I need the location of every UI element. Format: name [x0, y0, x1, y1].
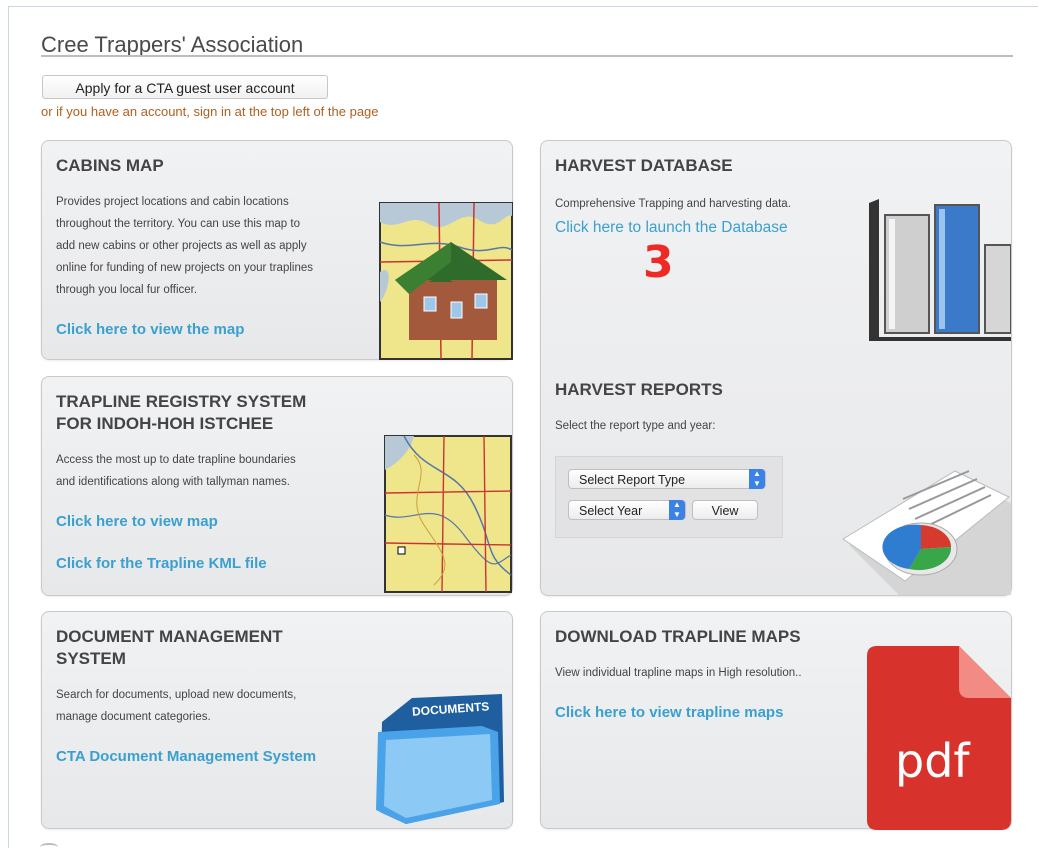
select-arrows-icon: ▲ ▼ [669, 500, 685, 520]
report-type-select[interactable]: Select Report Type ▲ ▼ [568, 469, 766, 489]
desc-line: and identifications along with tallyman … [56, 476, 290, 488]
view-trapline-map-link[interactable]: Click here to view map [56, 513, 218, 530]
trapline-description: Access the most up to date trapline boun… [56, 449, 296, 493]
cabin-map-image [379, 202, 513, 360]
document-management-panel: DOCUMENT MANAGEMENT SYSTEM Search for do… [41, 611, 513, 829]
desc-line: Provides project locations and cabin loc… [56, 196, 289, 208]
heading-line: DOCUMENT MANAGEMENT [56, 627, 283, 646]
heading-line: SYSTEM [56, 649, 126, 668]
desc-line: Access the most up to date trapline boun… [56, 454, 296, 466]
pdf-icon: pdf [867, 646, 1011, 830]
desc-line: Search for documents, upload new documen… [56, 689, 297, 701]
view-report-button[interactable]: View [692, 500, 758, 520]
desc-line: add new cabins or other projects as well… [56, 240, 307, 252]
download-trapline-maps-panel: DOWNLOAD TRAPLINE MAPS View individual t… [540, 611, 1012, 830]
launch-database-link[interactable]: Click here to launch the Database [555, 219, 788, 237]
step-marker: 3 [643, 237, 674, 288]
documents-description: Search for documents, upload new documen… [56, 684, 296, 728]
harvest-reports-heading: HARVEST REPORTS [555, 380, 723, 399]
year-value: Select Year [579, 504, 643, 518]
desc-line: throughout the territory. You can use th… [56, 218, 300, 230]
cabins-heading: CABINS MAP [56, 156, 164, 175]
bottom-partial-element [40, 843, 58, 851]
harvest-database-heading: HARVEST DATABASE [555, 156, 733, 175]
harvest-panel: HARVEST DATABASE Comprehensive Trapping … [540, 140, 1012, 596]
signin-note: or if you have an account, sign in at th… [41, 104, 379, 119]
harvest-reports-description: Select the report type and year: [555, 420, 716, 432]
download-description: View individual trapline maps in High re… [555, 667, 802, 679]
trapline-registry-panel: TRAPLINE REGISTRY SYSTEM FOR INDOH-HOH I… [41, 376, 513, 596]
document-management-link[interactable]: CTA Document Management System [56, 748, 316, 765]
cabins-map-panel: CABINS MAP Provides project locations an… [41, 140, 513, 360]
bar-chart-image [869, 199, 1011, 341]
trapline-map-image [384, 435, 512, 593]
desc-line: through you local fur officer. [56, 284, 198, 296]
heading-line: FOR INDOH-HOH ISTCHEE [56, 414, 274, 433]
desc-line: online for funding of new projects on yo… [56, 262, 313, 274]
report-controls: Select Report Type ▲ ▼ Select Year ▲ ▼ Vie… [555, 456, 783, 538]
pdf-label: pdf [895, 734, 970, 788]
title-divider [41, 55, 1013, 57]
trapline-heading: TRAPLINE REGISTRY SYSTEM FOR INDOH-HOH I… [56, 391, 306, 435]
select-arrows-icon: ▲ ▼ [749, 469, 765, 489]
heading-line: TRAPLINE REGISTRY SYSTEM [56, 392, 307, 411]
trapline-kml-link[interactable]: Click for the Trapline KML file [56, 555, 267, 572]
download-heading: DOWNLOAD TRAPLINE MAPS [555, 627, 801, 646]
desc-line: manage document categories. [56, 711, 211, 723]
report-type-value: Select Report Type [579, 473, 686, 487]
documents-heading: DOCUMENT MANAGEMENT SYSTEM [56, 626, 283, 670]
guest-account-button[interactable]: Apply for a CTA guest user account [42, 75, 328, 99]
harvest-database-description: Comprehensive Trapping and harvesting da… [555, 198, 791, 210]
cabins-description: Provides project locations and cabin loc… [56, 191, 313, 301]
report-document-image [842, 470, 1011, 595]
view-cabins-map-link[interactable]: Click here to view the map [56, 321, 244, 338]
view-trapline-maps-link[interactable]: Click here to view trapline maps [555, 704, 783, 721]
documents-folder-icon: DOCUMENTS [372, 692, 512, 826]
year-select[interactable]: Select Year ▲ ▼ [568, 500, 686, 520]
